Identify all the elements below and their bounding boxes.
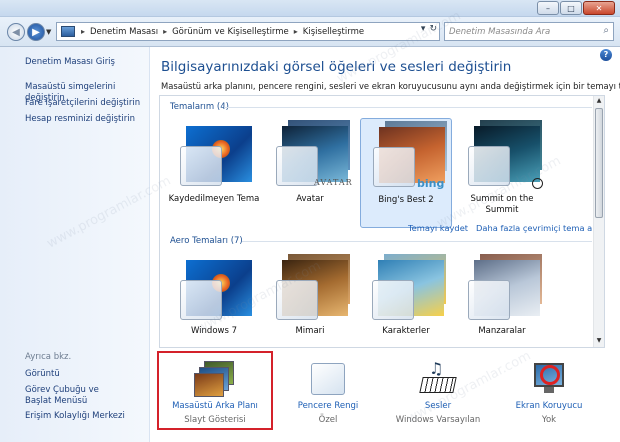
theme-list: Temalarım (4) Kaydedilmeyen Tema AVATAR … (159, 95, 605, 348)
theme-color-swatch (180, 280, 222, 320)
arrow-right-icon: ▶ (32, 26, 40, 38)
page-description: Masaüstü arka planını, pencere rengini, … (161, 81, 620, 91)
save-theme-link[interactable]: Temayı kaydet (408, 223, 468, 233)
breadcrumb-personalization[interactable]: Kişiselleştirme (300, 27, 367, 37)
no-sign-icon (540, 365, 560, 385)
theme-color-swatch (373, 147, 415, 187)
refresh-icon[interactable]: ↻ (429, 24, 437, 34)
arrow-left-icon: ◀ (12, 26, 20, 38)
sounds-icon: ♫ (419, 359, 457, 397)
search-input[interactable]: Denetim Masasında Ara ⌕ (444, 22, 614, 41)
sounds-value: Windows Varsayılan (395, 415, 481, 425)
theme-name: Manzaralar (478, 326, 526, 336)
theme-characters[interactable]: Karakterler (360, 252, 452, 347)
navigation-bar: ◀ ▶ ▼ ▸ Denetim Masası ▸ Görünüm ve Kişi… (0, 17, 620, 47)
address-dropdown-icon[interactable]: ▾ (421, 24, 426, 34)
theme-name: Windows 7 (190, 326, 238, 336)
page-title: Bilgisayarınızdaki görsel öğeleri ve ses… (161, 59, 512, 75)
theme-name: Avatar (296, 194, 324, 204)
theme-name: Karakterler (382, 326, 430, 336)
theme-summit[interactable]: Summit on the Summit (456, 118, 548, 228)
window-color-icon (309, 361, 347, 397)
scroll-up-icon[interactable]: ▲ (594, 96, 604, 106)
control-panel-home-link[interactable]: Denetim Masası Giriş (25, 57, 145, 68)
chevron-right-icon[interactable]: ▸ (79, 27, 87, 36)
ease-of-access-link[interactable]: Erişim Kolaylığı Merkezi (25, 411, 145, 422)
screen-saver-icon (530, 361, 568, 397)
theme-name: Bing's Best 2 (378, 195, 434, 205)
mouse-pointers-link[interactable]: Fare işaretçilerini değiştirin (25, 98, 145, 109)
theme-list-scrollbar[interactable]: ▲ ▼ (593, 96, 604, 347)
theme-color-swatch (372, 280, 414, 320)
theme-unsaved[interactable]: Kaydedilmeyen Tema (168, 118, 260, 228)
breadcrumb-appearance[interactable]: Görünüm ve Kişiselleştirme (169, 27, 292, 37)
address-bar[interactable]: ▸ Denetim Masası ▸ Görünüm ve Kişiselleş… (56, 22, 440, 41)
theme-color-swatch (276, 146, 318, 186)
screen-saver-label: Ekran Koruyucu (515, 401, 583, 411)
bing-brand-logo: bing (417, 177, 445, 190)
my-themes-header[interactable]: Temalarım (4) (170, 102, 229, 112)
section-divider (224, 107, 592, 108)
sounds-button[interactable]: ♫ Sesler Windows Varsayılan (383, 355, 493, 435)
theme-color-swatch (276, 280, 318, 320)
control-panel-icon (61, 26, 75, 37)
help-icon[interactable]: ? (600, 49, 612, 61)
scroll-thumb[interactable] (595, 108, 603, 218)
display-link[interactable]: Görüntü (25, 369, 145, 380)
theme-color-swatch (180, 146, 222, 186)
theme-color-swatch (468, 146, 510, 186)
search-placeholder: Denetim Masasında Ara (449, 26, 551, 37)
left-task-pane: Denetim Masası Giriş Masaüstü simgelerin… (0, 47, 150, 442)
highlight-annotation (157, 351, 273, 430)
theme-avatar[interactable]: AVATAR Avatar (264, 118, 356, 228)
section-divider (242, 241, 592, 242)
window-color-button[interactable]: Pencere Rengi Özel (273, 355, 383, 435)
aero-themes-header[interactable]: Aero Temaları (7) (170, 236, 243, 246)
theme-name: Summit on the Summit (470, 194, 534, 215)
breadcrumb-control-panel[interactable]: Denetim Masası (87, 27, 161, 37)
screen-saver-button[interactable]: Ekran Koruyucu Yok (494, 355, 604, 435)
summit-logo-icon (532, 178, 543, 189)
theme-windows-7[interactable]: Windows 7 (168, 252, 260, 347)
taskbar-start-menu-link[interactable]: Görev Çubuğu ve Başlat Menüsü (25, 385, 125, 407)
chevron-right-icon[interactable]: ▸ (161, 27, 169, 36)
see-also-label: Ayrıca bkz. (25, 352, 72, 362)
theme-name: Kaydedilmeyen Tema (168, 194, 260, 204)
window-color-value: Özel (318, 415, 338, 425)
account-picture-link[interactable]: Hesap resminizi değiştirin (25, 114, 145, 125)
maximize-button[interactable]: □ (560, 1, 582, 15)
theme-color-swatch (468, 280, 510, 320)
forward-button[interactable]: ▶ (27, 23, 45, 41)
back-button[interactable]: ◀ (7, 23, 25, 41)
theme-bings-best-2[interactable]: bing Bing's Best 2 (360, 118, 452, 228)
close-button[interactable]: ✕ (583, 1, 615, 15)
sounds-label: Sesler (424, 401, 452, 411)
scroll-down-icon[interactable]: ▼ (594, 336, 604, 346)
recent-pages-dropdown[interactable]: ▼ (46, 28, 51, 36)
screen-saver-value: Yok (541, 415, 557, 425)
chevron-right-icon[interactable]: ▸ (292, 27, 300, 36)
theme-name: Mimari (295, 326, 325, 336)
theme-landscapes[interactable]: Manzaralar (456, 252, 548, 347)
get-more-themes-link[interactable]: Daha fazla çevrimiçi tema al (476, 223, 595, 233)
search-icon[interactable]: ⌕ (603, 25, 609, 36)
minimize-button[interactable]: – (537, 1, 559, 15)
music-note-icon: ♫ (429, 359, 444, 378)
avatar-brand-logo: AVATAR (314, 178, 353, 187)
window-color-label: Pencere Rengi (297, 401, 359, 411)
theme-architecture[interactable]: Mimari (264, 252, 356, 347)
window-title-bar: – □ ✕ (0, 0, 620, 17)
